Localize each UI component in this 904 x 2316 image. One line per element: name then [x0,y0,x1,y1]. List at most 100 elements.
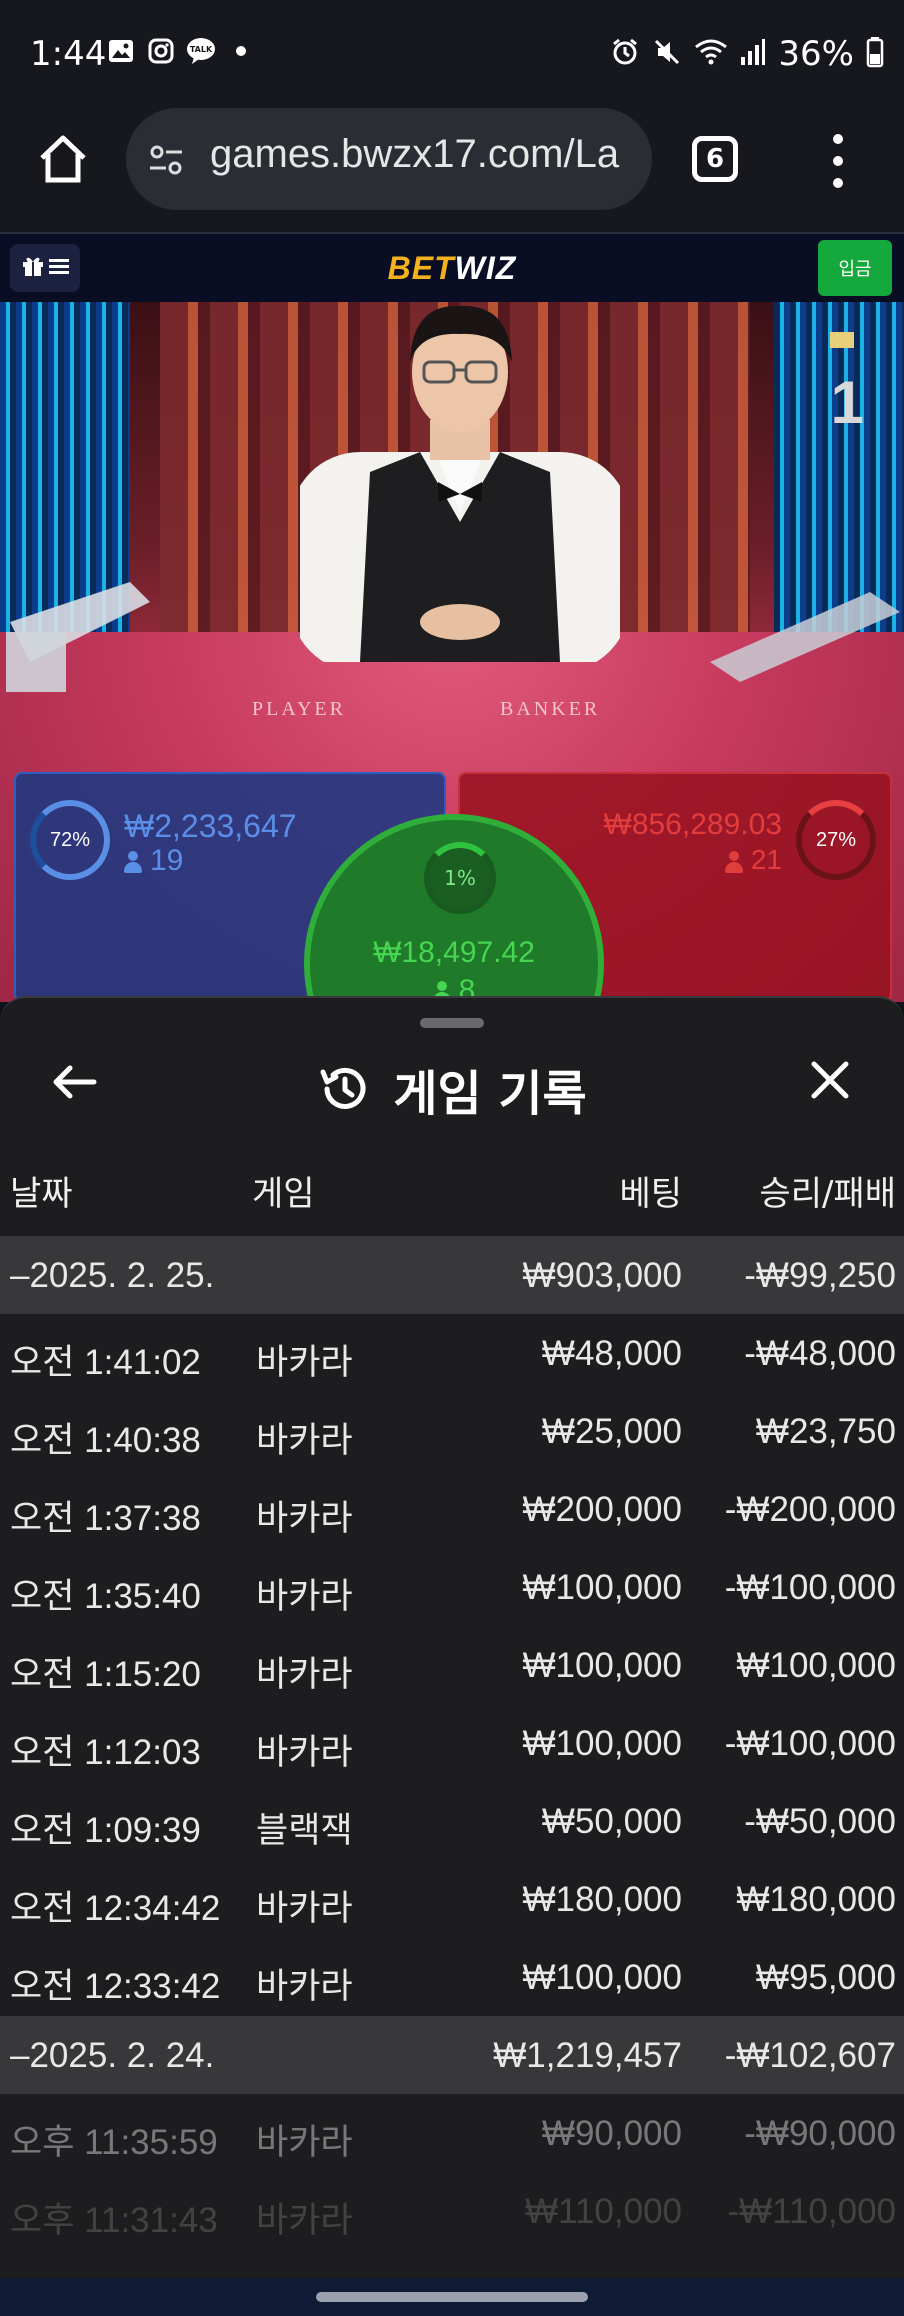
row-bet: ₩110,000 [525,2192,682,2231]
site-settings-icon[interactable] [148,142,184,178]
row-game: 바카라 [256,1577,353,1616]
history-table-header: 날짜 게임 베팅 승리/패배 [0,1160,904,1220]
home-icon[interactable] [34,130,92,188]
date-group-header[interactable]: –2025. 2. 24. ₩1,219,457 -₩102,607 [0,2016,904,2094]
row-game: 블랙잭 [256,1811,353,1850]
gallery-icon [106,36,136,66]
round-marker-icon [830,332,854,348]
svg-text:TALK: TALK [190,45,213,54]
history-row[interactable]: 오전 1:40:38 바카라 ₩25,000 ₩23,750 [0,1392,904,1470]
browser-toolbar: games.bwzx17.com/La 6 [0,108,904,232]
row-game: 바카라 [256,1421,353,1460]
row-game: 바카라 [256,2123,353,2162]
row-time: 오전 1:12:03 [10,1733,201,1772]
row-result: -₩110,000 [727,2192,896,2231]
card-discard [710,592,900,682]
column-bet: 베팅 [619,1174,682,1214]
row-result: ₩100,000 [736,1646,896,1685]
sheet-drag-handle[interactable] [420,1018,484,1028]
site-header: BETWIZ 입금 [0,232,904,302]
more-options-icon[interactable] [828,134,848,188]
close-icon[interactable] [804,1054,856,1106]
battery-percent: 36% [778,34,854,74]
row-bet: ₩100,000 [522,1646,682,1685]
row-bet: ₩48,000 [541,1334,682,1373]
address-bar[interactable]: games.bwzx17.com/La [126,108,652,210]
gesture-nav-bar [0,2278,904,2316]
history-row[interactable]: 오전 1:09:39 블랙잭 ₩50,000 -₩50,000 [0,1782,904,1860]
player-count: 19 [124,844,183,878]
row-time: 오전 1:37:38 [10,1499,201,1538]
row-game: 바카라 [256,1343,353,1382]
group-date: –2025. 2. 24. [10,2036,215,2075]
status-time: 1:44 [30,34,107,74]
dot-icon [226,36,256,66]
row-time: 오전 1:41:02 [10,1343,201,1382]
history-icon [320,1067,366,1109]
person-icon [724,850,743,873]
date-group-header[interactable]: –2025. 2. 25. ₩903,000 -₩99,250 [0,1236,904,1314]
home-gesture-handle[interactable] [316,2292,588,2302]
row-time: 오후 11:31:43 [10,2201,218,2240]
row-game: 바카라 [256,1733,353,1772]
group-total-result: -₩102,607 [724,2036,896,2075]
player-label: PLAYER [252,698,346,720]
row-time: 오전 12:33:42 [10,1967,221,2006]
row-result: ₩95,000 [755,1958,896,1997]
tab-switcher-button[interactable]: 6 [692,136,738,182]
card-shoe [6,582,150,692]
signal-icon [740,37,766,71]
group-date: –2025. 2. 25. [10,1256,215,1295]
player-percent-ring: 72% [30,800,110,880]
row-result: -₩100,000 [724,1568,896,1607]
betwiz-logo: BETWIZ [387,250,517,286]
player-bet-amount: ₩2,233,647 [124,808,297,844]
history-row[interactable]: 오전 1:15:20 바카라 ₩100,000 ₩100,000 [0,1626,904,1704]
history-row[interactable]: 오후 11:35:59 바카라 ₩90,000 -₩90,000 [0,2094,904,2172]
sheet-title: 게임 기록 [393,1066,587,1122]
notification-icons: TALK [106,36,256,66]
history-row[interactable]: 오전 12:33:42 바카라 ₩100,000 ₩95,000 [0,1938,904,2016]
row-bet: ₩180,000 [522,1880,682,1919]
alarm-icon [610,37,640,71]
url-text: games.bwzx17.com/La [210,132,620,176]
instagram-icon [146,36,176,66]
tie-percent-ring: 1% [424,842,496,914]
row-result: -₩48,000 [744,1334,896,1373]
history-row[interactable]: 오전 12:34:42 바카라 ₩180,000 ₩180,000 [0,1860,904,1938]
mute-icon [652,37,682,71]
deposit-button[interactable]: 입금 [818,240,892,296]
history-row[interactable]: 오전 1:12:03 바카라 ₩100,000 -₩100,000 [0,1704,904,1782]
row-result: -₩100,000 [724,1724,896,1763]
row-time: 오전 1:35:40 [10,1577,201,1616]
history-row[interactable]: 오전 1:37:38 바카라 ₩200,000 -₩200,000 [0,1470,904,1548]
wifi-icon [694,37,728,71]
history-row[interactable]: 오전 1:35:40 바카라 ₩100,000 -₩100,000 [0,1548,904,1626]
banker-bet-amount: ₩856,289.03 [603,808,782,841]
game-history-sheet: 게임 기록 날짜 게임 베팅 승리/패배 –2025. 2. 25. ₩903,… [0,996,904,2278]
kakaotalk-icon: TALK [186,36,216,66]
history-list: –2025. 2. 25. ₩903,000 -₩99,250 오전 1:41:… [0,1236,904,2250]
row-result: -₩200,000 [724,1490,896,1529]
row-time: 오전 1:40:38 [10,1421,201,1460]
row-bet: ₩200,000 [522,1490,682,1529]
tie-bet-amount: ₩18,497.42 [373,936,535,969]
group-total-bet: ₩903,000 [522,1256,682,1295]
history-row[interactable]: 오전 1:41:02 바카라 ₩48,000 -₩48,000 [0,1314,904,1392]
row-game: 바카라 [256,1889,353,1928]
live-video-stream: 1 PLAYER BANKER 72% ₩2,233,647 19 27% ₩8… [0,302,904,1002]
history-row[interactable]: 오후 11:31:43 바카라 ₩110,000 -₩110,000 [0,2172,904,2250]
battery-icon [866,36,884,72]
row-result: ₩23,750 [755,1412,896,1451]
dealer [300,305,620,662]
sheet-header: 게임 기록 [0,1038,904,1128]
row-bet: ₩100,000 [522,1568,682,1607]
row-bet: ₩25,000 [541,1412,682,1451]
row-result: -₩90,000 [744,2114,896,2153]
row-bet: ₩90,000 [541,2114,682,2153]
round-number: 1 [830,369,864,436]
group-total-bet: ₩1,219,457 [493,2036,682,2075]
column-win-loss: 승리/패배 [759,1174,896,1214]
row-result: -₩50,000 [744,1802,896,1841]
row-bet: ₩100,000 [522,1724,682,1763]
